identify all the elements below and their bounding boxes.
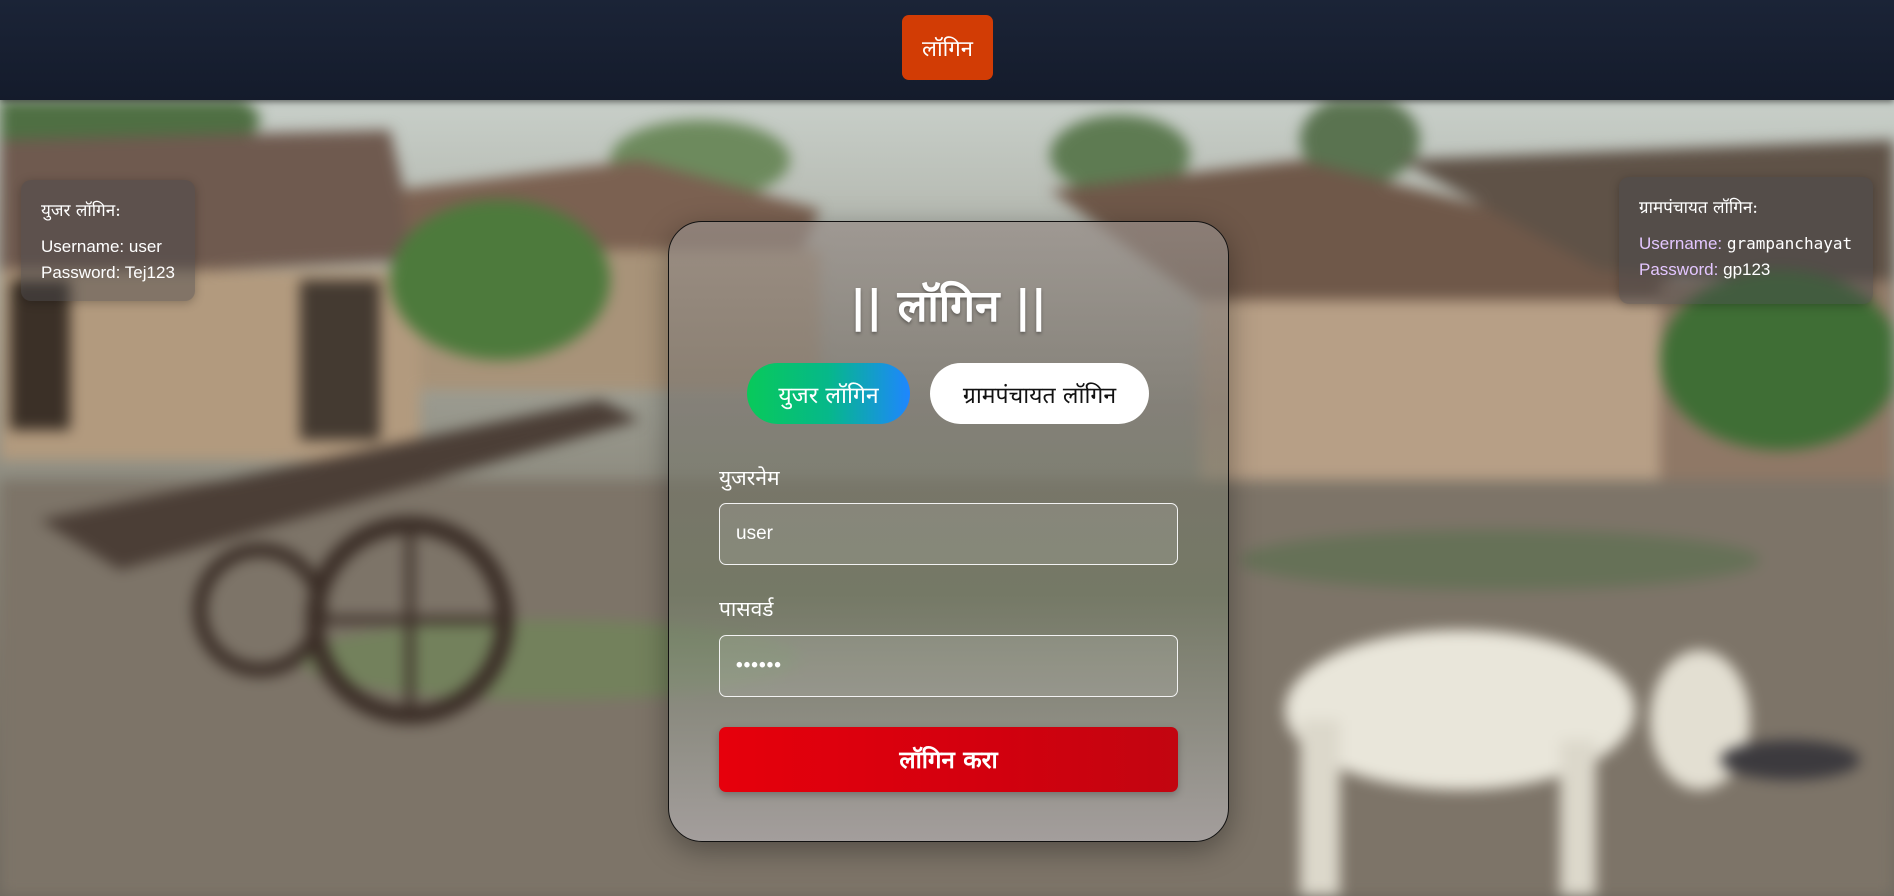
gp-hint-username-value: grampanchayat [1726, 234, 1853, 253]
tab-user-login[interactable]: युजर लॉगिन [747, 363, 910, 424]
user-hint-password: Password: Tej123 [41, 260, 175, 286]
login-card: || लॉगिन || युजर लॉगिन ग्रामपंचायत लॉगिन… [668, 221, 1229, 842]
top-navbar: लॉगिन [0, 0, 1894, 100]
login-card-title: || लॉगिन || [850, 281, 1047, 332]
gp-hint-username-key: Username: [1639, 234, 1723, 253]
username-label: युजरनेम [719, 466, 780, 490]
password-label: पासवर्ड [719, 597, 774, 621]
user-hint-username-key: Username: [41, 237, 125, 256]
user-hint-title: युजर लॉगिन: [41, 201, 121, 221]
user-credentials-hint: युजर लॉगिन: Username: user Password: Tej… [21, 180, 195, 301]
user-hint-password-value: Tej123 [124, 263, 175, 282]
user-hint-username-value: user [128, 237, 162, 256]
password-input[interactable]: •••••• [719, 635, 1178, 697]
gp-hint-username: Username: grampanchayat [1639, 231, 1853, 257]
gp-hint-password-key: Password: [1639, 260, 1719, 279]
tab-grampanchayat-login[interactable]: ग्रामपंचायत लॉगिन [930, 363, 1149, 424]
gp-hint-title: ग्रामपंचायत लॉगिन: [1639, 198, 1759, 218]
username-input[interactable]: user [719, 503, 1178, 565]
user-hint-username: Username: user [41, 234, 175, 260]
login-submit-button[interactable]: लॉगिन करा [719, 727, 1178, 792]
user-hint-password-key: Password: [41, 263, 121, 282]
nav-login-button[interactable]: लॉगिन [902, 15, 993, 80]
gp-hint-password: Password: gp123 [1639, 257, 1853, 283]
gp-credentials-hint: ग्रामपंचायत लॉगिन: Username: grampanchay… [1619, 177, 1873, 304]
gp-hint-password-value: gp123 [1723, 260, 1771, 279]
